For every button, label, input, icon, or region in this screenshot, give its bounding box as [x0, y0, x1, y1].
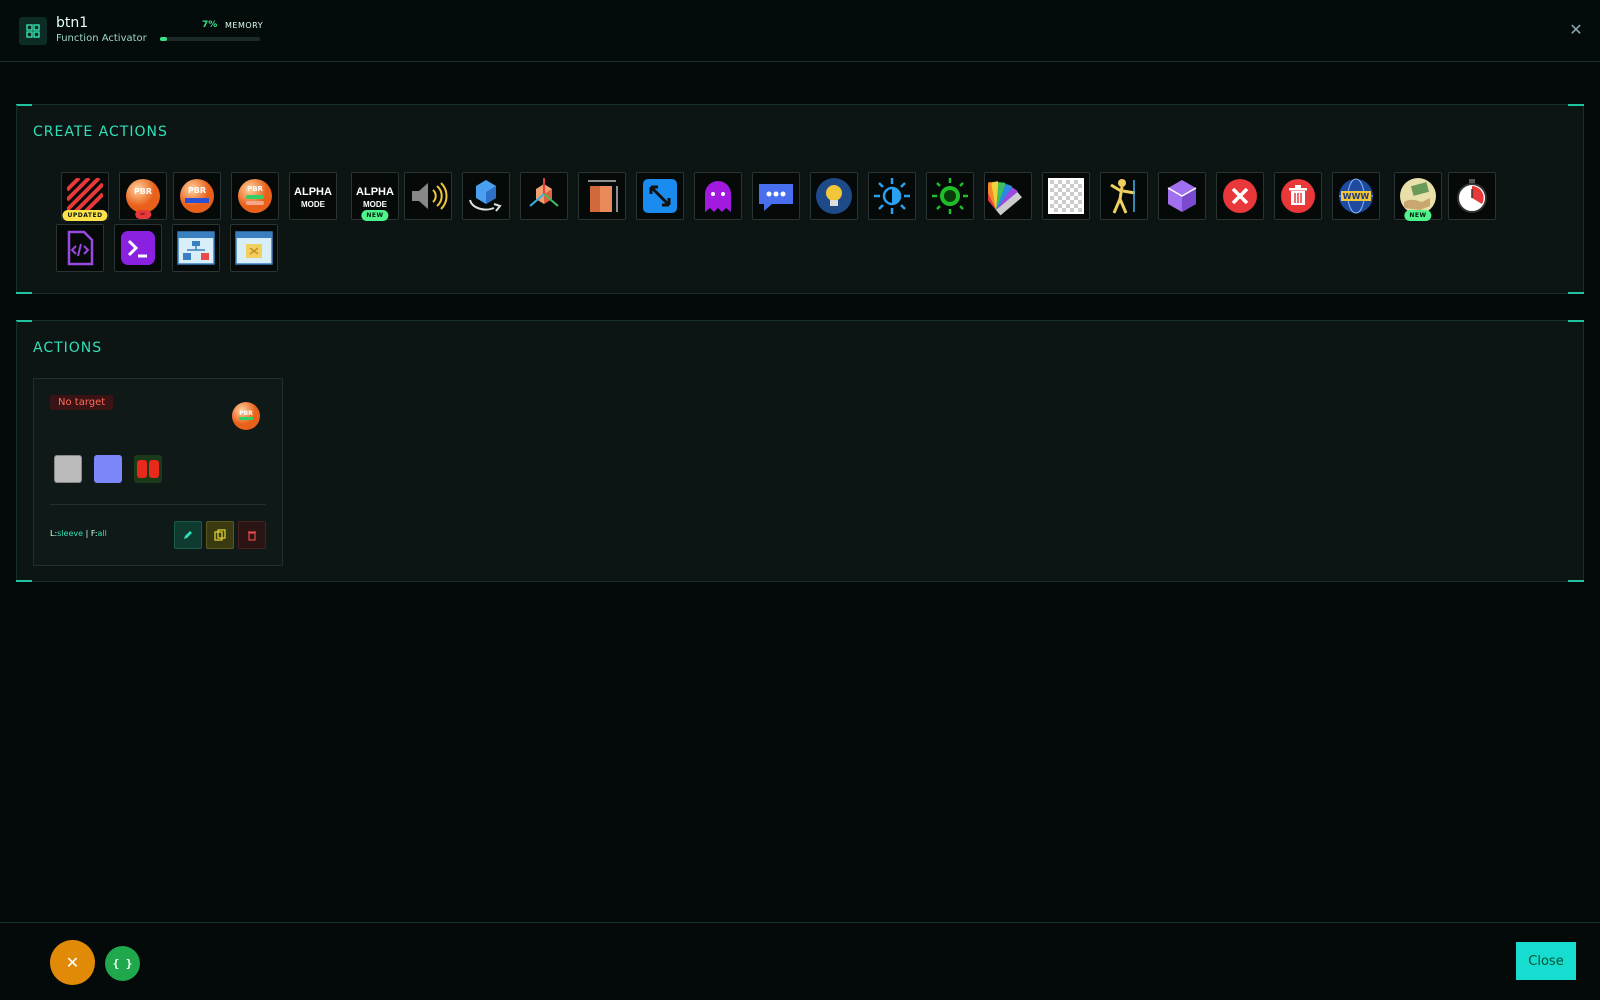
trash-icon	[248, 531, 256, 541]
alpha-line1: ALPHA	[356, 186, 394, 198]
pbr-ball-icon[interactable]: PBR ✂	[119, 172, 167, 220]
filter-label: | F:	[85, 529, 98, 538]
svg-text:WWW: WWW	[1343, 192, 1370, 201]
json-round-button[interactable]: { }	[105, 946, 140, 981]
close-icon[interactable]: ✕	[1566, 20, 1586, 40]
action-card[interactable]: No target PBR L:sleeve | F:all	[33, 378, 283, 566]
delete-button[interactable]	[238, 521, 266, 549]
pose-figure-icon[interactable]	[1100, 172, 1148, 220]
speaker-icon[interactable]	[404, 172, 452, 220]
on-off-light-icon[interactable]	[926, 172, 974, 220]
3d-axis-icon[interactable]	[520, 172, 568, 220]
light-bulb-icon[interactable]	[810, 172, 858, 220]
alpha-line1: ALPHA	[294, 186, 332, 198]
top-bar: btn1 Function Activator 7% MEMORY ✕	[0, 0, 1600, 62]
pbr-ball-icon: PBR	[231, 401, 261, 431]
brightness-icon[interactable]	[868, 172, 916, 220]
memory-label: MEMORY	[225, 21, 264, 30]
grid-icon	[19, 17, 47, 45]
red-pattern-swatch[interactable]	[134, 455, 162, 483]
pbr-material-icon[interactable]: PBR	[173, 172, 221, 220]
terminal-icon[interactable]	[114, 224, 162, 272]
memory-percent: 7%	[202, 20, 218, 30]
pbr-text: PBR	[134, 187, 152, 196]
alpha-mode-icon[interactable]: ALPHA MODE	[289, 172, 337, 220]
www-globe-icon[interactable]: WWW	[1332, 172, 1380, 220]
code-file-icon[interactable]	[56, 224, 104, 272]
alpha-mode-new-icon[interactable]: ALPHA MODE NEW	[351, 172, 399, 221]
chat-bubble-icon[interactable]	[752, 172, 800, 220]
status-badge: No target	[50, 395, 114, 410]
close-button[interactable]: Close	[1516, 942, 1576, 980]
pbr-toggle-icon[interactable]: PBR	[231, 172, 279, 220]
money-hand-icon[interactable]: NEW	[1394, 172, 1442, 221]
filter-value: all	[97, 529, 107, 538]
resize-arrows-icon[interactable]	[636, 172, 684, 220]
memory-bar-fill	[160, 37, 167, 41]
card-meta: L:sleeve | F:all	[50, 529, 107, 538]
box-dimensions-icon[interactable]	[578, 172, 626, 220]
stripes-action-icon[interactable]: UPDATED	[61, 172, 109, 221]
flowchart-window-icon[interactable]	[172, 224, 220, 272]
new-badge: NEW	[1404, 210, 1432, 221]
trash-icon[interactable]	[1274, 172, 1322, 220]
footer	[0, 922, 1600, 1000]
alpha-line2: MODE	[363, 200, 388, 209]
scissors-icon: ✂	[135, 210, 151, 219]
actions-title: ACTIONS	[33, 340, 103, 356]
alpha-line2: MODE	[301, 200, 326, 209]
grey-swatch[interactable]	[54, 455, 82, 483]
memory-bar	[160, 37, 260, 41]
pbr-text: PBR	[239, 410, 253, 417]
page-subtitle: Function Activator	[56, 33, 147, 44]
copy-button[interactable]	[206, 521, 234, 549]
new-badge: NEW	[361, 210, 389, 221]
violet-swatch[interactable]	[94, 455, 122, 483]
layer-value: sleeve	[57, 529, 84, 538]
color-palette-icon[interactable]	[984, 172, 1032, 220]
pencil-icon	[184, 531, 192, 539]
pbr-text: PBR	[188, 186, 206, 195]
ghost-icon[interactable]	[694, 172, 742, 220]
updated-badge: UPDATED	[62, 210, 108, 221]
delete-x-icon[interactable]	[1216, 172, 1264, 220]
pbr-text: PBR	[247, 185, 263, 193]
transparency-icon[interactable]	[1042, 172, 1090, 220]
edit-button[interactable]	[174, 521, 202, 549]
rotate-cube-icon[interactable]	[462, 172, 510, 220]
window-script-icon[interactable]	[230, 224, 278, 272]
page-title: btn1	[56, 15, 89, 31]
package-cube-icon[interactable]	[1158, 172, 1206, 220]
stopwatch-icon[interactable]	[1448, 172, 1496, 220]
cancel-round-button[interactable]: ✕	[50, 940, 95, 985]
copy-icon	[214, 529, 226, 541]
create-actions-title: CREATE ACTIONS	[33, 124, 168, 140]
